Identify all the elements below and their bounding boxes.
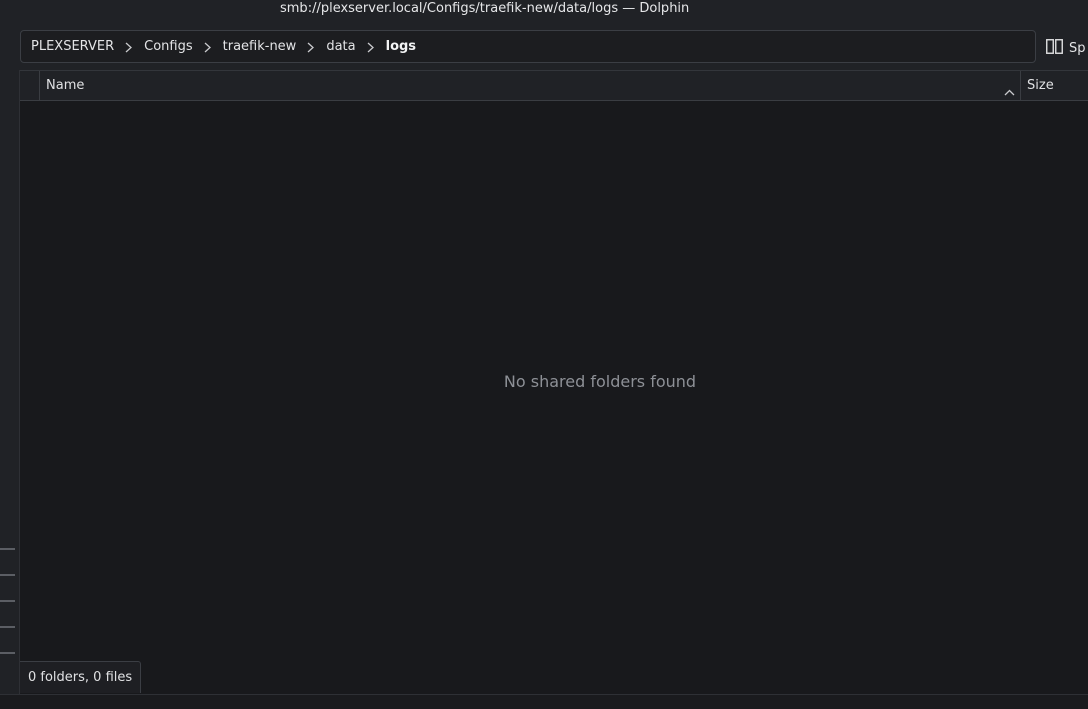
- panel-handle-mark: [0, 626, 15, 628]
- chevron-right-icon: [306, 42, 315, 53]
- file-view[interactable]: Name Size No shared folders found 0 fold…: [20, 70, 1088, 694]
- status-bar: 0 folders, 0 files: [20, 661, 142, 693]
- breadcrumb-item-plexserver[interactable]: PLEXSERVER: [31, 39, 114, 54]
- window-title: smb://plexserver.local/Configs/traefik-n…: [280, 1, 690, 16]
- titlebar[interactable]: smb://plexserver.local/Configs/traefik-n…: [0, 0, 1088, 20]
- dolphin-window: smb://plexserver.local/Configs/traefik-n…: [0, 0, 1088, 709]
- breadcrumb-item-traefik-new[interactable]: traefik-new: [223, 39, 297, 54]
- chevron-right-icon: [124, 42, 133, 53]
- breadcrumb-item-configs[interactable]: Configs: [144, 39, 192, 54]
- column-header-size[interactable]: Size: [1027, 78, 1054, 93]
- chevron-right-icon: [366, 42, 375, 53]
- breadcrumb[interactable]: PLEXSERVER Configs traefik-new data logs: [20, 30, 1036, 63]
- column-header-name[interactable]: Name: [46, 78, 84, 93]
- panel-handle-mark: [0, 652, 15, 654]
- split-view-button[interactable]: Sp: [1046, 36, 1086, 60]
- header-gutter: [20, 71, 40, 101]
- breadcrumb-item-data[interactable]: data: [326, 39, 355, 54]
- breadcrumb-item-logs[interactable]: logs: [386, 39, 416, 54]
- column-header: Name Size: [20, 70, 1088, 101]
- panel-handle-mark: [0, 600, 15, 602]
- column-divider[interactable]: [1020, 71, 1021, 101]
- panel-handle-mark: [0, 574, 15, 576]
- empty-view-message: No shared folders found: [503, 372, 697, 391]
- panel-handle-mark: [0, 548, 15, 550]
- places-panel-edge[interactable]: [0, 70, 20, 694]
- split-view-icon: [1046, 38, 1063, 58]
- split-view-label: Sp: [1069, 40, 1086, 56]
- bottom-edge: [0, 694, 1088, 709]
- status-text: 0 folders, 0 files: [28, 670, 133, 685]
- sort-ascending-icon[interactable]: [1004, 81, 1015, 100]
- toolbar: PLEXSERVER Configs traefik-new data logs: [0, 20, 1088, 70]
- chevron-right-icon: [203, 42, 212, 53]
